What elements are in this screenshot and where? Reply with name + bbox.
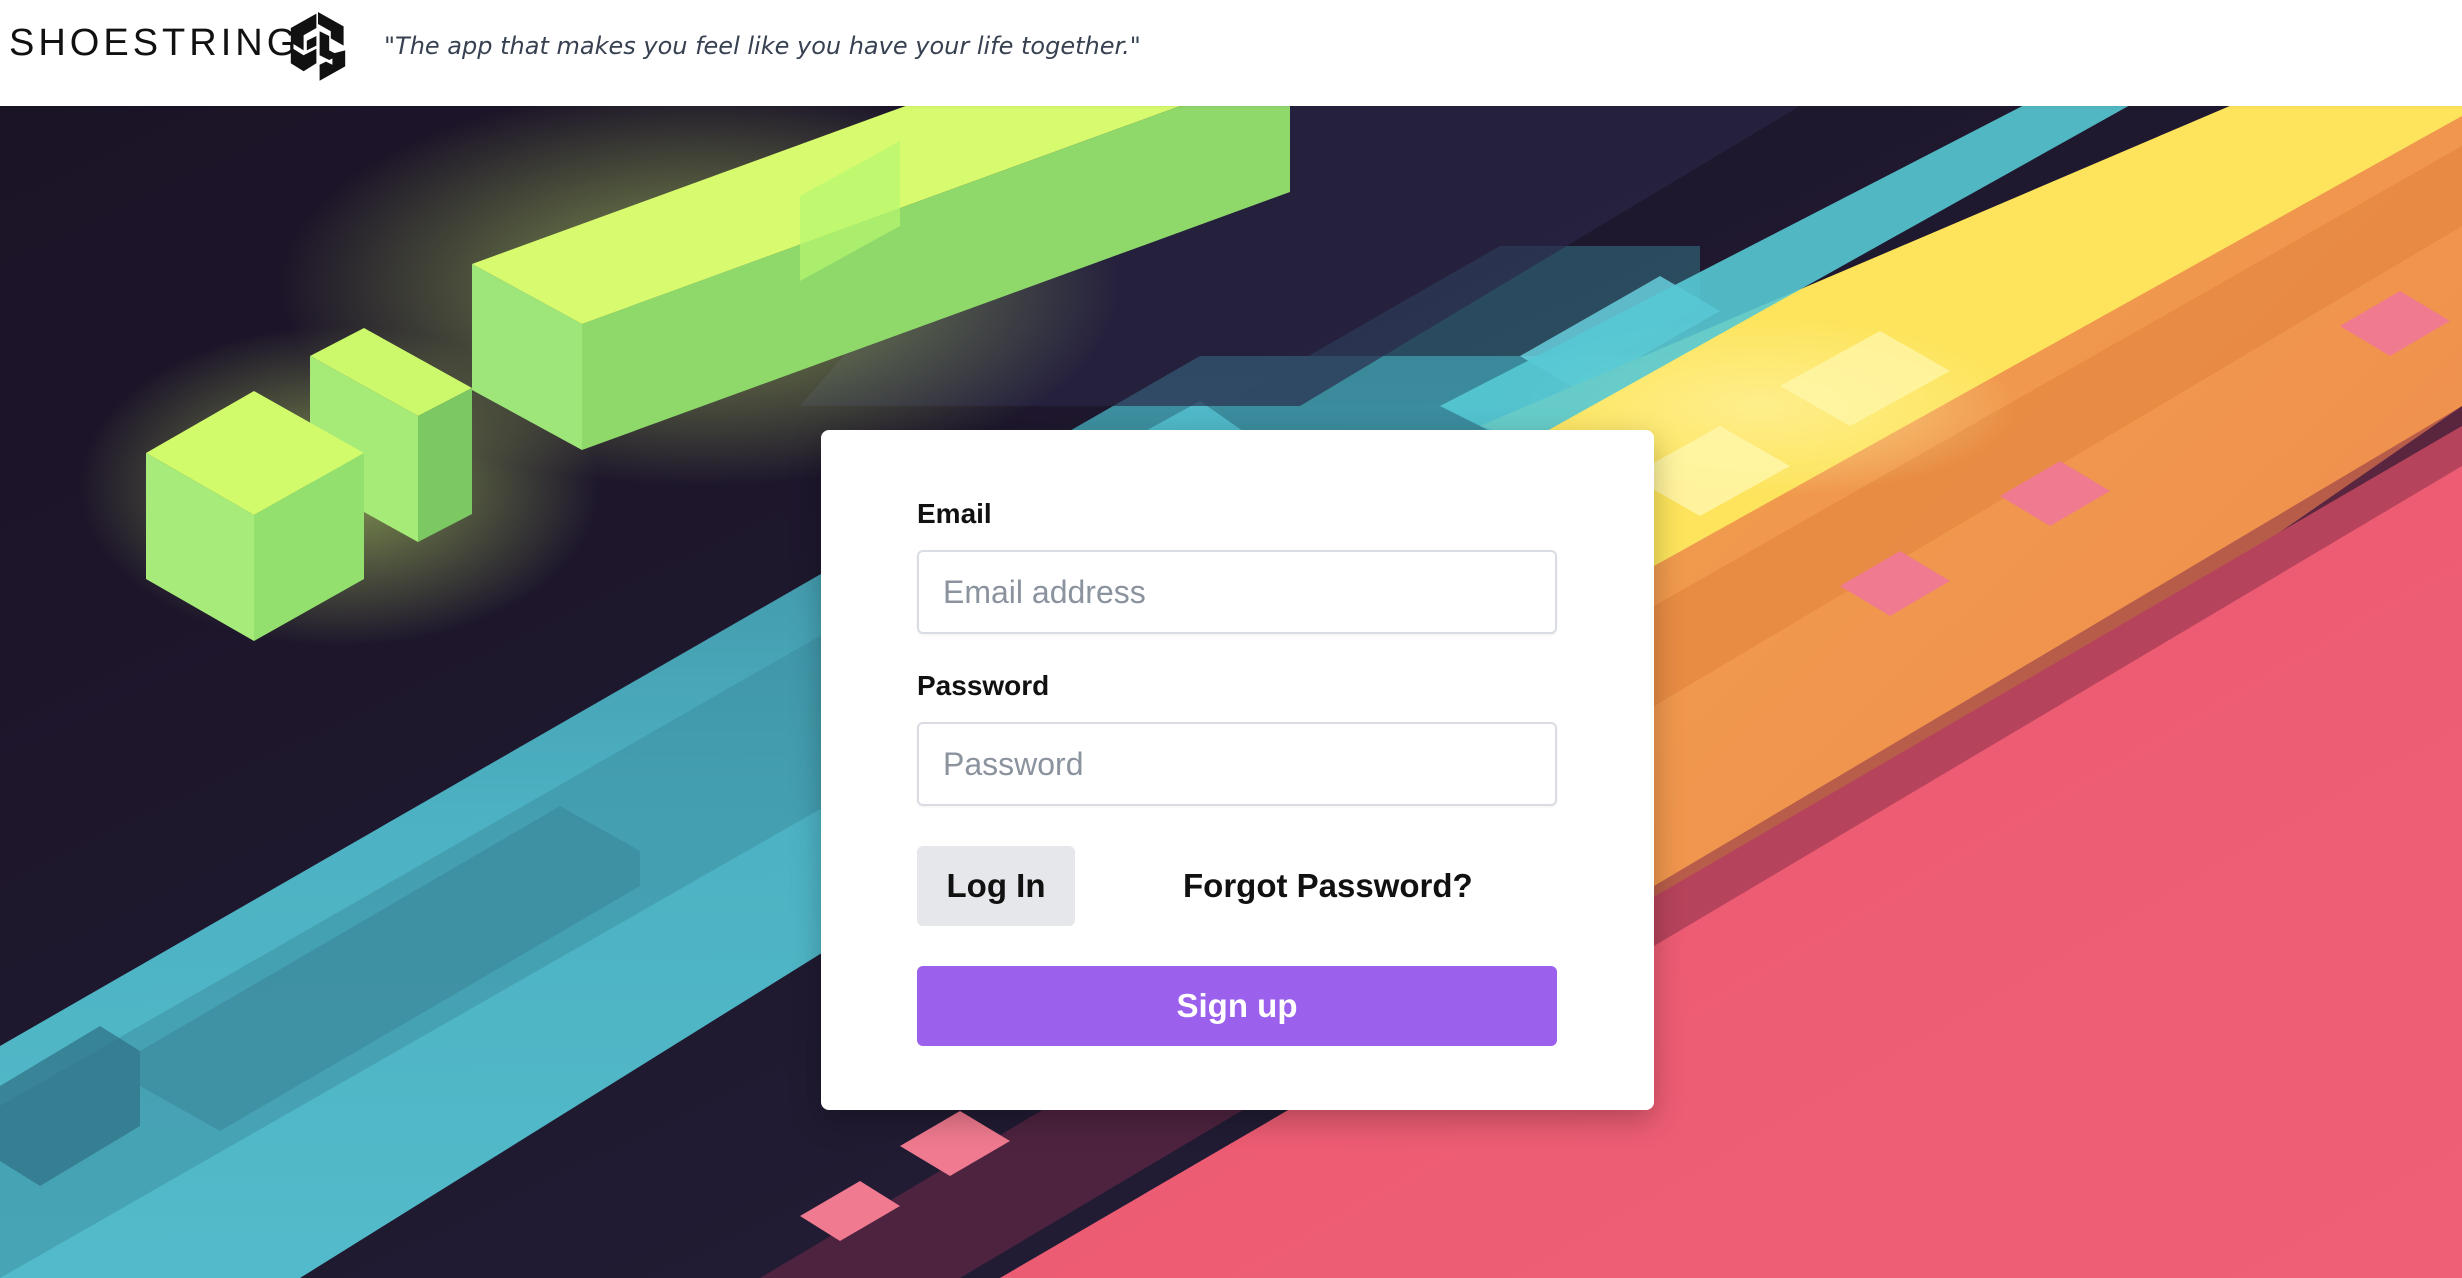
email-input[interactable] <box>917 550 1557 634</box>
login-page: SHOESTRING "The app that makes you feel … <box>0 0 2462 1278</box>
shoestring-logo-icon[interactable] <box>278 4 358 84</box>
top-header: SHOESTRING "The app that makes you feel … <box>0 0 2462 106</box>
login-button[interactable]: Log In <box>917 846 1075 926</box>
signup-button[interactable]: Sign up <box>917 966 1557 1046</box>
password-input[interactable] <box>917 722 1557 806</box>
brand-name[interactable]: SHOESTRING <box>9 22 300 65</box>
email-label: Email <box>917 498 992 529</box>
password-label: Password <box>917 670 1050 701</box>
forgot-password-link[interactable]: Forgot Password? <box>1183 867 1473 905</box>
tagline: "The app that makes you feel like you ha… <box>384 32 1141 60</box>
login-card: Email Password Log In Forgot Password? S… <box>821 430 1654 1110</box>
